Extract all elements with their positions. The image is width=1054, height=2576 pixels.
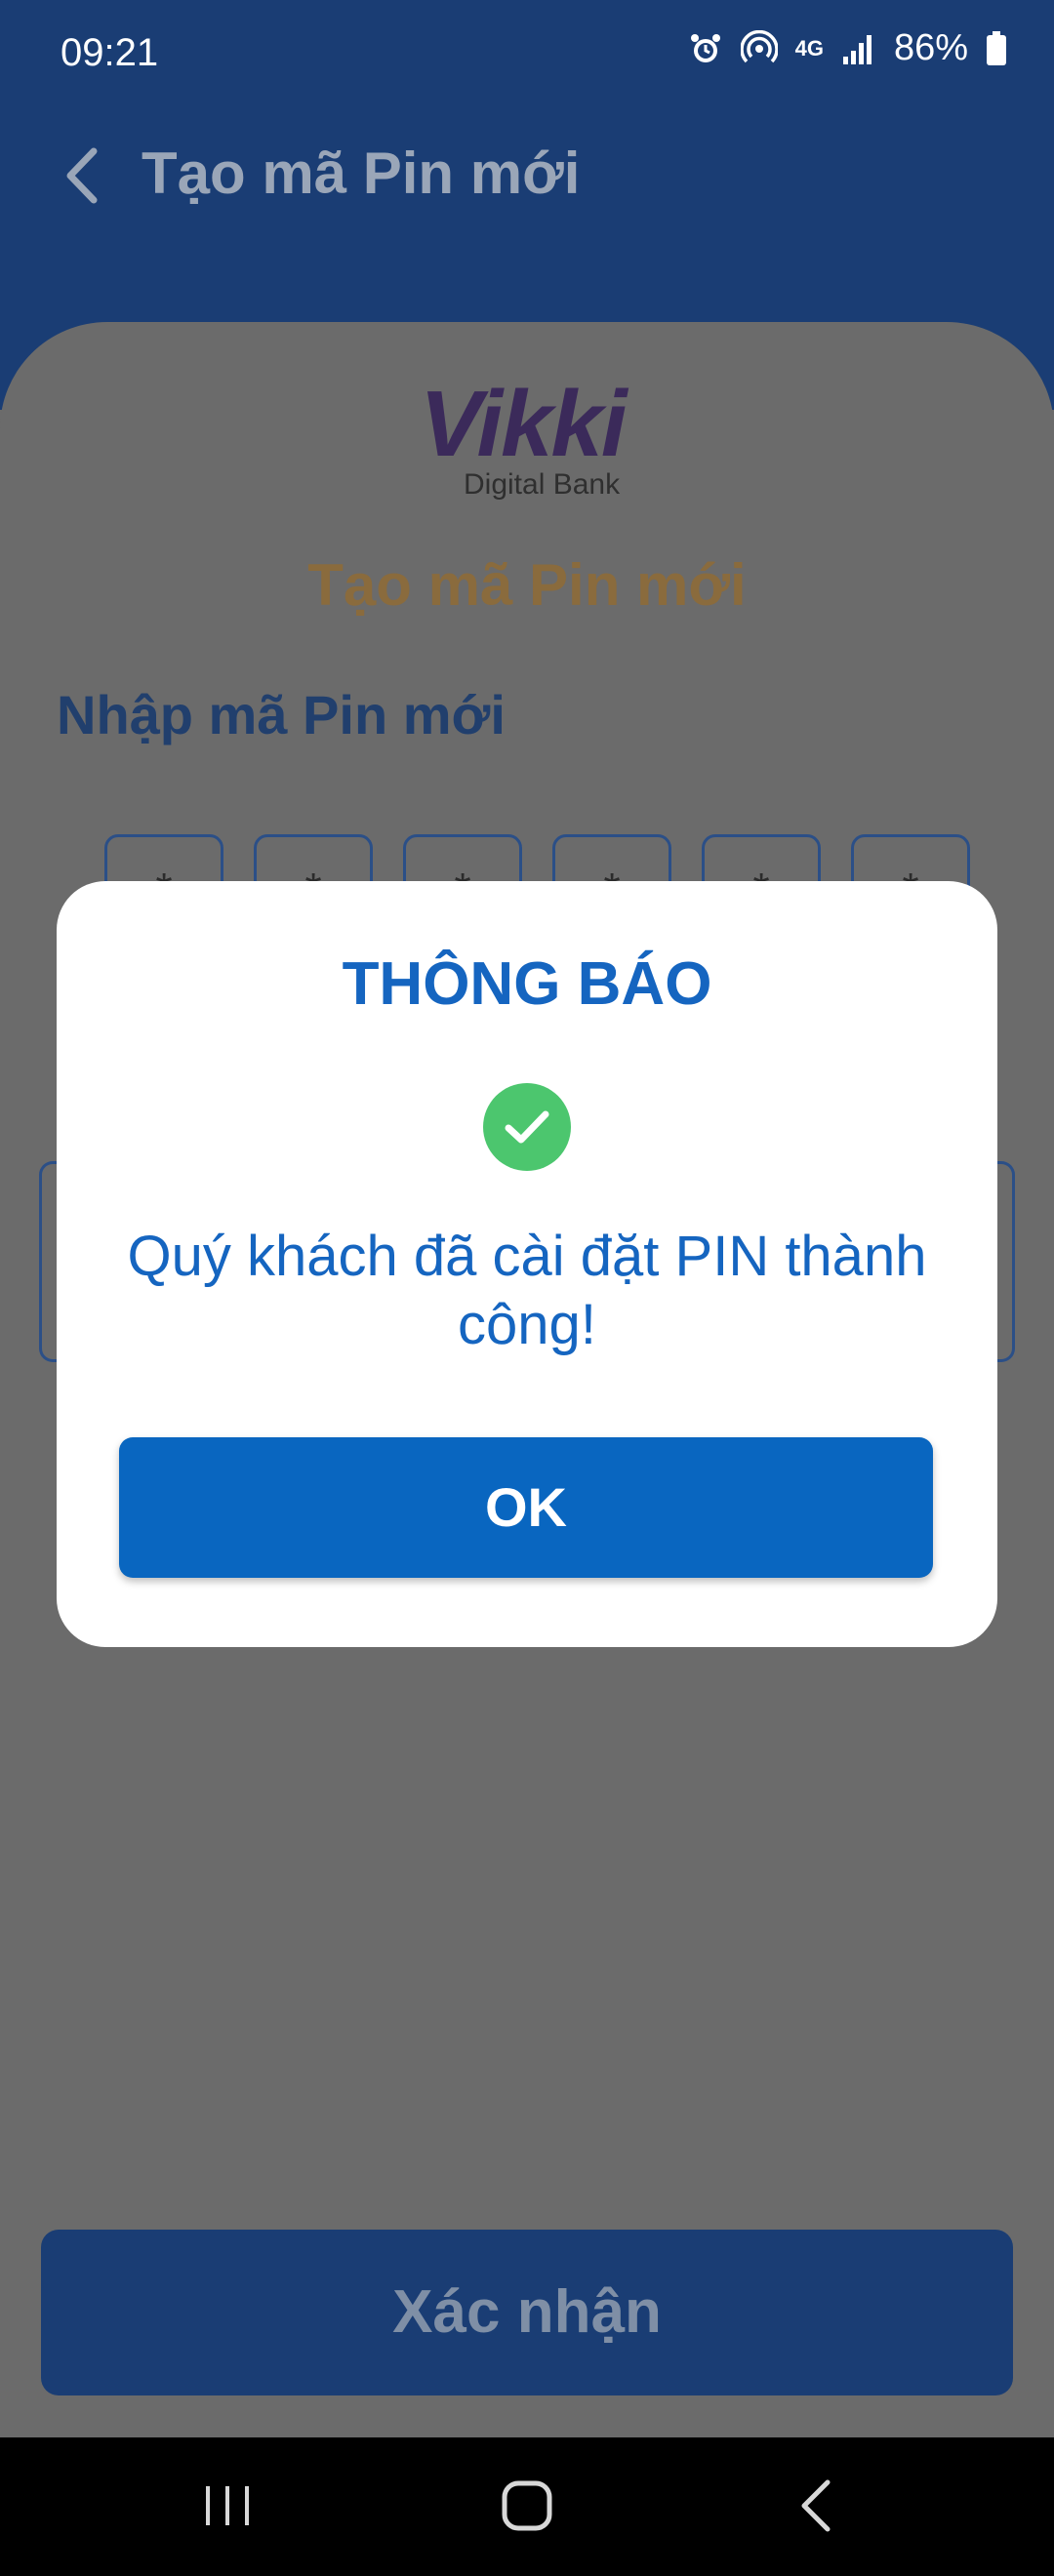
ok-button[interactable]: OK [119, 1437, 933, 1578]
dialog-title: THÔNG BÁO [342, 950, 712, 1018]
hotspot-icon [740, 29, 778, 62]
title-bar: Tạo mã Pin mới [0, 132, 1054, 220]
status-time: 09:21 [61, 31, 159, 74]
success-check-icon [483, 1083, 571, 1171]
nav-back-icon[interactable] [789, 2475, 843, 2537]
confirm-button[interactable]: Xác nhận [41, 2230, 1013, 2395]
back-arrow-icon[interactable] [51, 141, 119, 210]
page-title: Tạo mã Pin mới [142, 141, 581, 206]
home-icon[interactable] [493, 2472, 561, 2540]
battery-percent: 86% [893, 27, 968, 68]
status-icons: 4G 86% [688, 27, 1007, 69]
signal-icon [842, 34, 872, 64]
status-bar: 09:21 4G 86% [0, 0, 1054, 107]
logo-subtitle: Digital Bank [464, 468, 621, 501]
vikki-logo: Vikki Digital Bank [420, 351, 634, 507]
notification-dialog: THÔNG BÁO Quý khách đã cài đặt PIN thành… [57, 881, 997, 1647]
pin-input-label: Nhập mã Pin mới [57, 684, 506, 745]
card-title: Tạo mã Pin mới [307, 552, 747, 618]
system-nav-bar [0, 2437, 1054, 2576]
recent-apps-icon[interactable] [200, 2478, 255, 2533]
network-type-label: 4G [794, 35, 824, 60]
logo-wordmark: Vikki [420, 372, 628, 476]
dialog-message: Quý khách đã cài đặt PIN thành công! [127, 1225, 927, 1356]
battery-icon [987, 30, 1006, 65]
alarm-icon [690, 33, 720, 62]
